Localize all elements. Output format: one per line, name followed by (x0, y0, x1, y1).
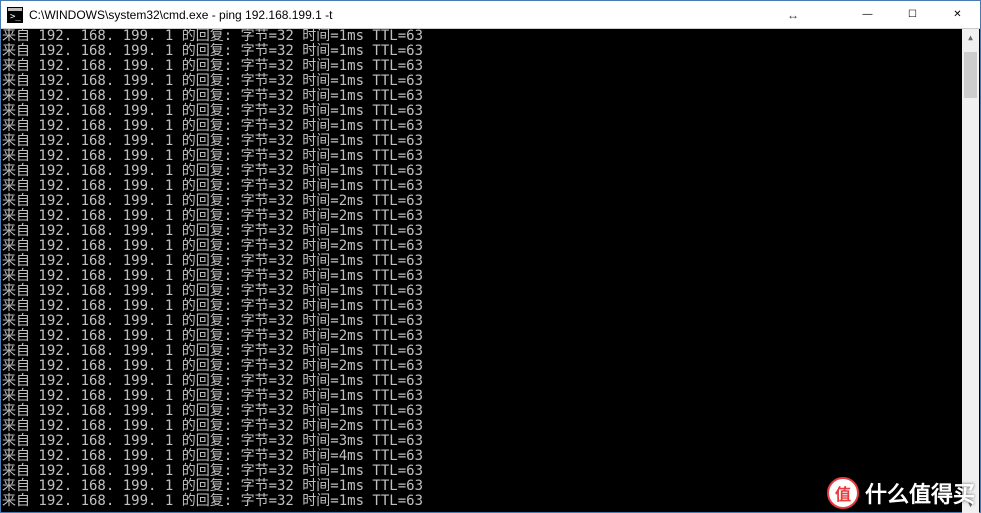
resize-arrows-icon: ↔ (781, 8, 805, 22)
svg-text:>_: >_ (10, 12, 21, 22)
chevron-up-icon: ▲ (968, 33, 973, 42)
scroll-down-button[interactable]: ▼ (962, 496, 979, 513)
cmd-icon: >_ (7, 7, 23, 23)
maximize-icon: ☐ (908, 9, 917, 20)
chevron-down-icon: ▼ (968, 500, 973, 509)
console-lines: 来自 192. 168. 199. 1 的回复: 字节=32 时间=1ms TT… (2, 29, 979, 509)
scrollbar-track[interactable] (962, 46, 979, 496)
close-icon: ✕ (953, 9, 961, 20)
window-title: C:\WINDOWS\system32\cmd.exe - ping 192.1… (29, 8, 332, 22)
minimize-button[interactable]: — (845, 1, 890, 29)
scrollbar-thumb[interactable] (964, 52, 977, 98)
console-output[interactable]: 来自 192. 168. 199. 1 的回复: 字节=32 时间=1ms TT… (1, 29, 980, 512)
maximize-button[interactable]: ☐ (890, 1, 935, 29)
minimize-icon: — (863, 9, 873, 20)
scroll-up-button[interactable]: ▲ (962, 29, 979, 46)
vertical-scrollbar[interactable]: ▲ ▼ (962, 29, 979, 513)
close-button[interactable]: ✕ (935, 1, 980, 29)
titlebar[interactable]: >_ C:\WINDOWS\system32\cmd.exe - ping 19… (1, 1, 980, 29)
cmd-window: >_ C:\WINDOWS\system32\cmd.exe - ping 19… (0, 0, 981, 513)
